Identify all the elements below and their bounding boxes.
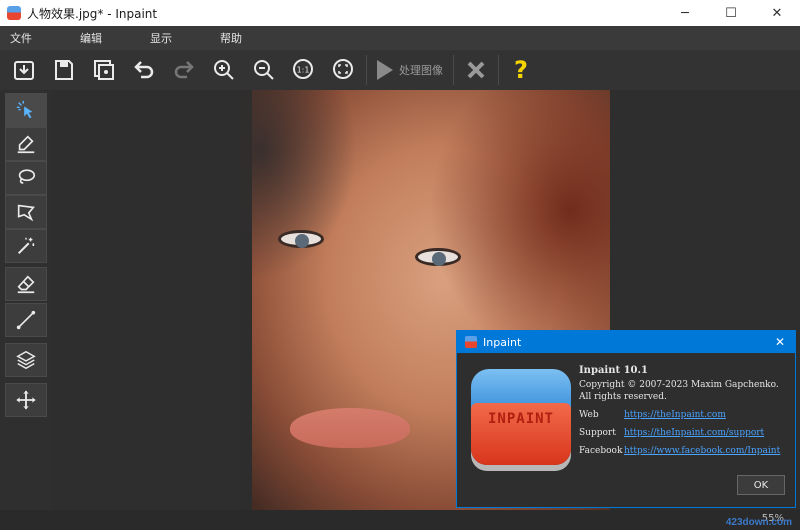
zoom-fit-icon	[333, 59, 353, 79]
zoom-out-button[interactable]	[244, 52, 284, 88]
dialog-close-button[interactable]: ✕	[765, 335, 795, 349]
rights-text: All rights reserved.	[579, 392, 667, 402]
close-x-icon	[467, 61, 485, 79]
inpaint-window: 人物效果.jpg* - Inpaint ─ ☐ ✕ 文件 编辑 显示 帮助 1:…	[0, 0, 800, 530]
tool-marker-select[interactable]	[5, 93, 47, 127]
status-bar: 55%	[0, 510, 800, 530]
process-image-button[interactable]: 处理图像	[369, 52, 451, 88]
move-icon	[16, 390, 36, 410]
tool-lasso[interactable]	[5, 161, 47, 195]
layers-icon	[16, 350, 36, 370]
help-button[interactable]: ?	[501, 52, 541, 88]
facebook-label: Facebook	[579, 446, 623, 456]
zoom-actual-label: 1:1	[297, 66, 310, 75]
ok-button[interactable]: OK	[737, 475, 785, 495]
title-bar: 人物效果.jpg* - Inpaint ─ ☐ ✕	[0, 0, 800, 26]
undo-button[interactable]	[124, 52, 164, 88]
tool-polygon-lasso[interactable]	[5, 195, 47, 229]
app-icon	[7, 6, 21, 20]
photo-eye-left	[278, 230, 324, 248]
window-title: 人物效果.jpg* - Inpaint	[27, 6, 158, 21]
lasso-icon	[18, 169, 36, 184]
photo-eye-right	[415, 248, 461, 266]
zoom-in-icon	[214, 60, 234, 80]
redo-button[interactable]	[164, 52, 204, 88]
menu-help[interactable]: 帮助	[210, 30, 280, 46]
logo-wordmark: INPAINT	[487, 411, 554, 427]
marker-icon	[17, 135, 35, 154]
menu-edit[interactable]: 编辑	[70, 30, 140, 46]
copyright-text: Copyright © 2007-2023 Maxim Gapchenko.	[579, 380, 779, 390]
dialog-title-bar: Inpaint ✕	[457, 331, 795, 353]
menu-bar: 文件 编辑 显示 帮助	[0, 26, 800, 50]
tool-magic-wand[interactable]	[5, 229, 47, 263]
support-row: Support https://theInpaint.com/support	[579, 427, 791, 439]
dialog-app-icon	[465, 336, 477, 348]
zoom-actual-button[interactable]: 1:1	[284, 52, 324, 88]
dialog-title: Inpaint	[483, 335, 522, 349]
zoom-actual-icon: 1:1	[293, 59, 313, 79]
process-image-label: 处理图像	[399, 64, 443, 77]
tool-move[interactable]	[5, 383, 47, 417]
close-button[interactable]: ✕	[754, 0, 800, 26]
toolbar-separator	[453, 55, 454, 85]
tool-eraser[interactable]	[5, 267, 47, 301]
tool-marker[interactable]	[5, 127, 47, 161]
minimize-button[interactable]: ─	[662, 0, 708, 26]
inpaint-logo: INPAINT	[471, 369, 571, 467]
play-icon	[377, 60, 393, 80]
eraser-icon	[17, 275, 35, 294]
about-dialog: Inpaint ✕ INPAINT Inpaint 10.1 Copyright…	[456, 330, 796, 508]
zoom-in-button[interactable]	[204, 52, 244, 88]
product-version: Inpaint 10.1	[579, 365, 648, 376]
support-label: Support	[579, 428, 616, 438]
polygon-lasso-icon	[17, 204, 35, 222]
undo-icon	[134, 61, 154, 79]
tool-guide-line[interactable]	[5, 303, 47, 337]
toolbar-separator	[366, 55, 367, 85]
tool-layers[interactable]	[5, 343, 47, 377]
zoom-fit-button[interactable]	[324, 52, 364, 88]
open-button[interactable]	[4, 52, 44, 88]
menu-view[interactable]: 显示	[140, 30, 210, 46]
magic-wand-icon	[17, 237, 35, 255]
tool-panel	[0, 90, 52, 510]
help-icon: ?	[514, 56, 528, 84]
web-link[interactable]: https://theInpaint.com	[624, 409, 726, 421]
support-link[interactable]: https://theInpaint.com/support	[624, 427, 764, 439]
about-info: Inpaint 10.1 Copyright © 2007-2023 Maxim…	[579, 365, 791, 457]
web-label: Web	[579, 410, 599, 420]
save-button[interactable]	[44, 52, 84, 88]
open-icon	[14, 61, 34, 80]
line-icon	[16, 310, 36, 330]
maximize-button[interactable]: ☐	[708, 0, 754, 26]
facebook-link[interactable]: https://www.facebook.com/Inpaint	[624, 445, 780, 457]
redo-icon	[174, 61, 194, 79]
web-row: Web https://theInpaint.com	[579, 409, 791, 421]
menu-file[interactable]: 文件	[0, 30, 70, 46]
magic-pointer-icon	[16, 100, 33, 119]
save-as-button[interactable]	[84, 52, 124, 88]
clear-button[interactable]	[456, 52, 496, 88]
facebook-row: Facebook https://www.facebook.com/Inpain…	[579, 445, 791, 457]
zoom-out-icon	[254, 60, 274, 80]
save-icon	[55, 60, 73, 80]
toolbar-separator	[498, 55, 499, 85]
save-as-icon	[94, 60, 114, 80]
photo-lips	[290, 408, 410, 448]
toolbar: 1:1 处理图像 ?	[0, 50, 800, 90]
watermark: 423down.com	[725, 517, 792, 528]
